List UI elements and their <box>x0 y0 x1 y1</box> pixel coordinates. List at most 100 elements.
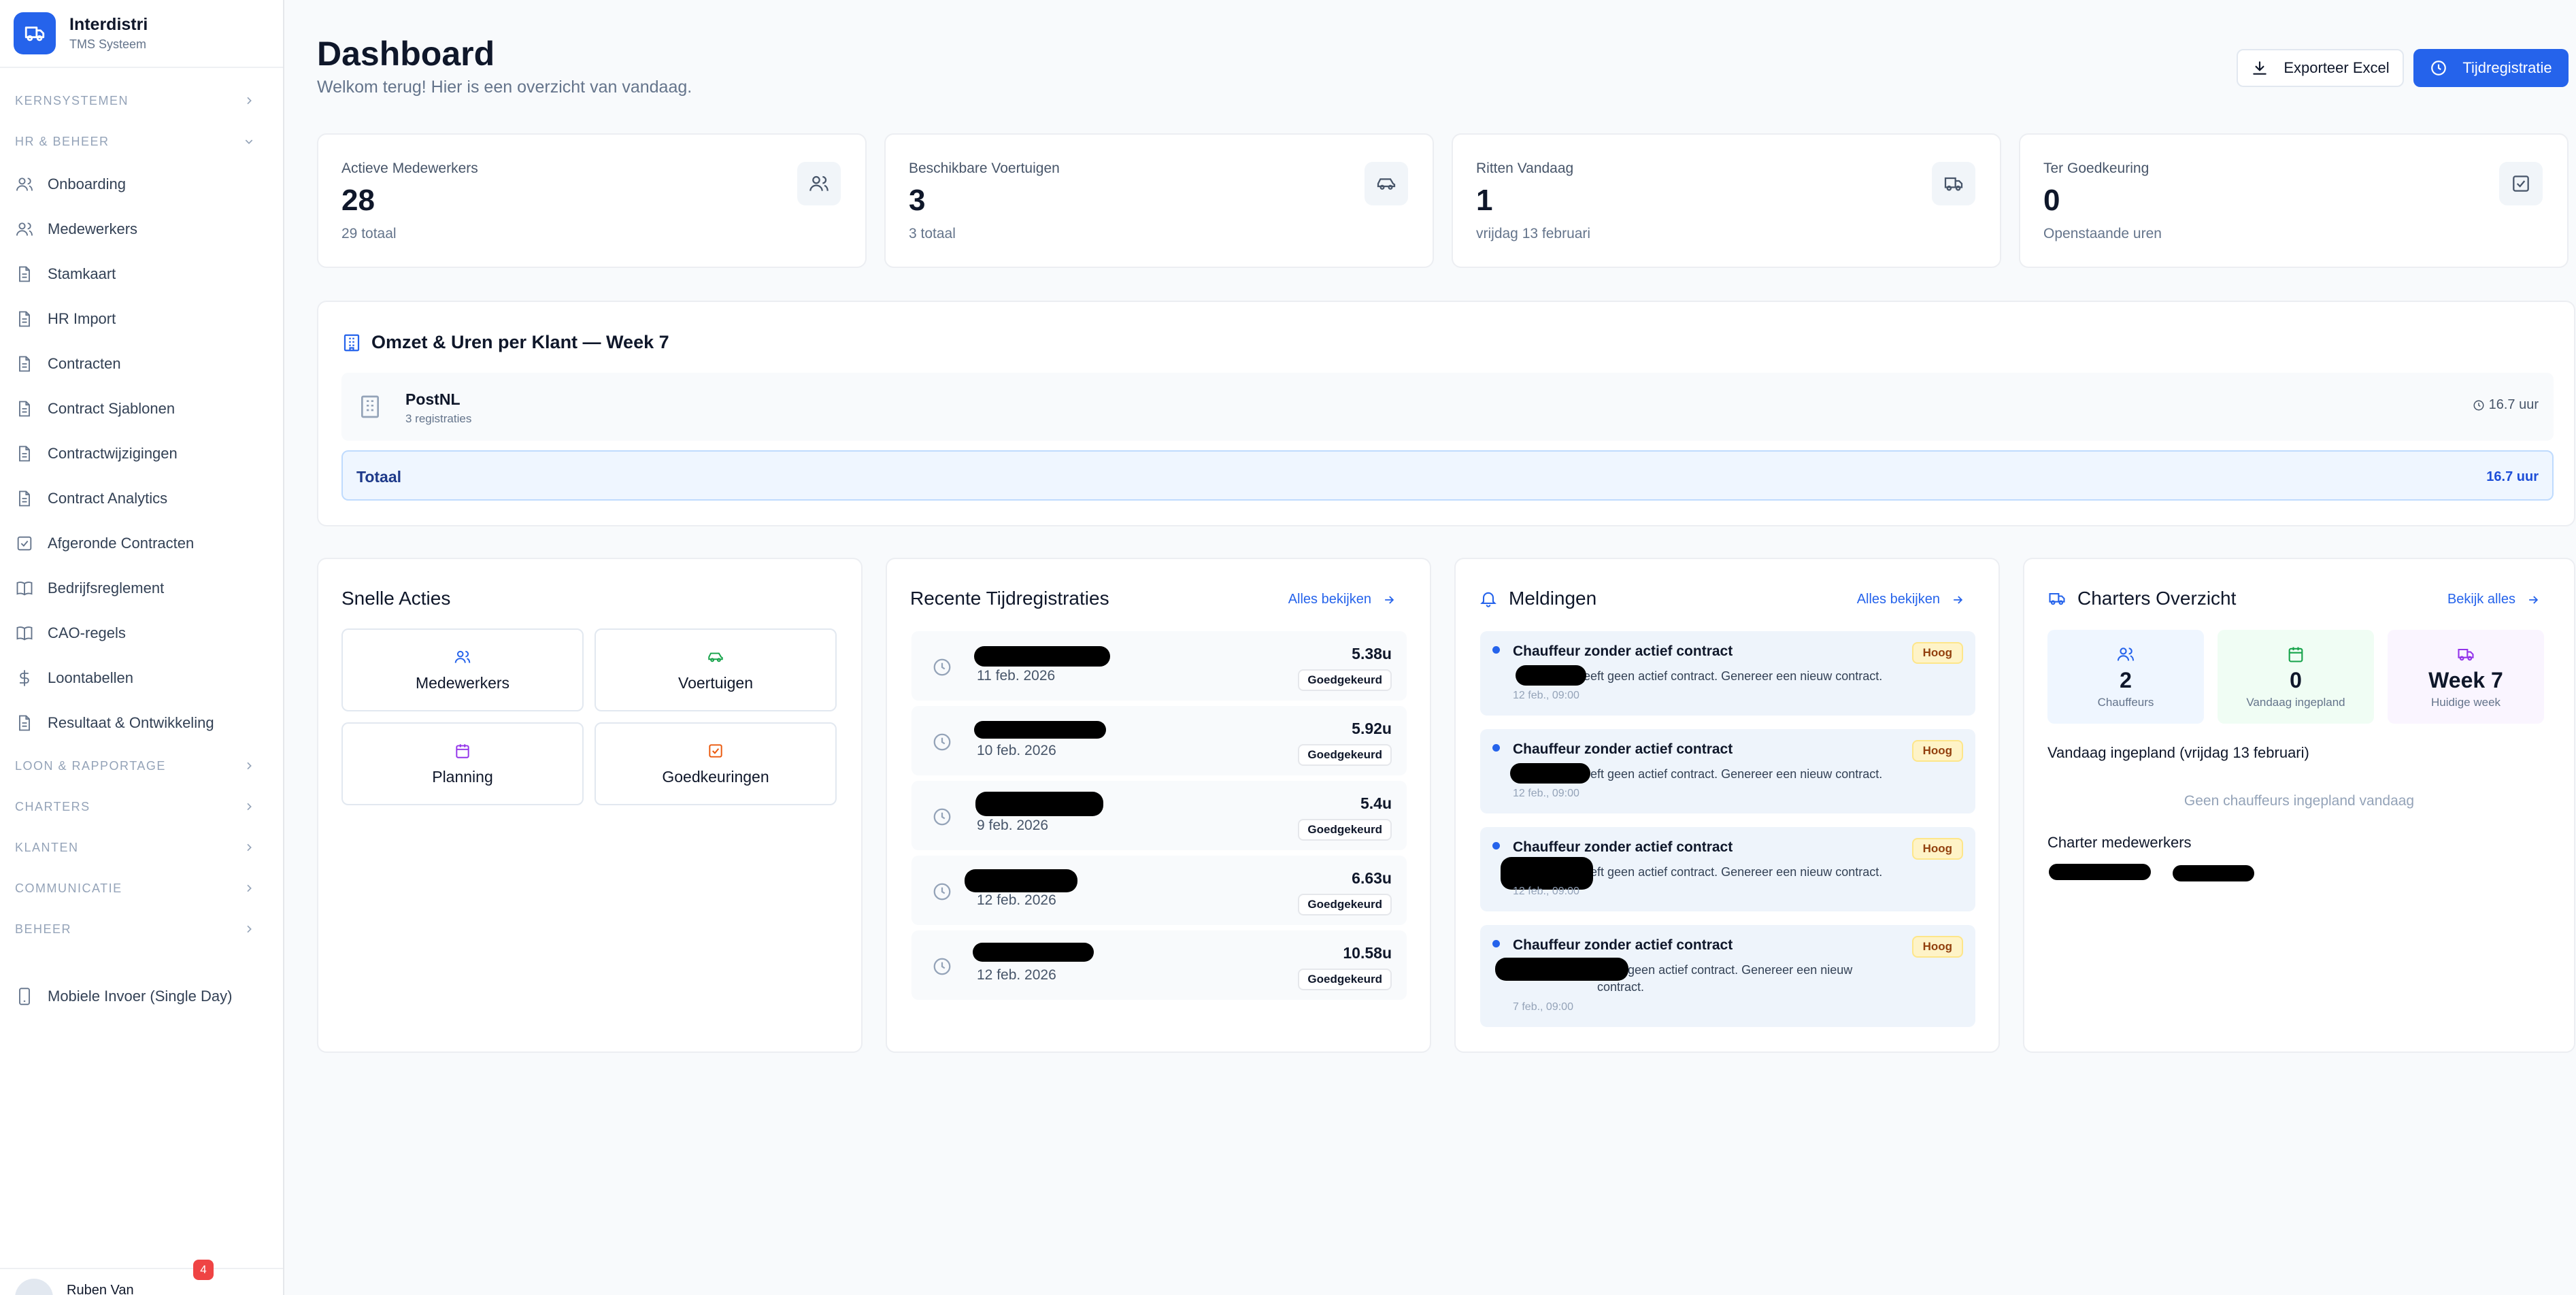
nav-section-kernsystemen[interactable]: Kernsystemen <box>0 80 283 121</box>
time-registration-row[interactable]: 12 feb. 2026 10.58u Goedgekeurd <box>911 930 1407 1000</box>
priority-badge: Hoog <box>1911 936 1963 958</box>
tijdregistratie-label: Tijdregistratie <box>2462 59 2552 76</box>
sidebar-item-hr-import[interactable]: HR Import <box>0 297 283 341</box>
nav-section-klanten[interactable]: Klanten <box>0 827 283 868</box>
charter-member-chip[interactable] <box>2049 864 2151 880</box>
time-registration-row[interactable]: 12 feb. 2026 6.63u Goedgekeurd <box>911 856 1407 925</box>
users-icon <box>16 222 33 236</box>
time-registration-row[interactable]: 11 feb. 2026 5.38u Goedgekeurd <box>911 631 1407 701</box>
view-all-link[interactable]: Alles bekijken <box>1288 592 1396 607</box>
stat-value: 3 <box>909 184 926 217</box>
planned-empty-text: Geen chauffeurs ingepland vandaag <box>2184 793 2415 809</box>
registration-hours: 6.63u <box>1352 869 1392 887</box>
quick-action-planning[interactable]: Planning <box>341 722 584 805</box>
sidebar-item-resultaat-ontwikkeling[interactable]: Resultaat & Ontwikkeling <box>0 701 283 745</box>
priority-badge: Hoog <box>1911 740 1963 762</box>
nav-section-charters[interactable]: Charters <box>0 786 283 827</box>
document-icon <box>19 356 30 372</box>
stat-card-ritten[interactable]: Ritten Vandaag 1 vrijdag 13 februari <box>1452 133 2001 268</box>
main-content: Dashboard Welkom terug! Hier is een over… <box>284 0 2576 1295</box>
chevron-right-icon <box>247 803 252 811</box>
sidebar-item-contracten[interactable]: Contracten <box>0 341 283 386</box>
client-registrations: 3 registraties <box>405 412 472 425</box>
calendar-icon <box>456 743 469 758</box>
sidebar-item-contractwijzigingen[interactable]: Contractwijzigingen <box>0 431 283 476</box>
registration-hours: 5.38u <box>1352 645 1392 662</box>
status-badge: Goedgekeurd <box>1298 819 1392 841</box>
view-all-link[interactable]: Bekijk alles <box>2447 592 2540 607</box>
charter-stat-label: Huidige week <box>2430 695 2501 709</box>
quick-action-voertuigen[interactable]: Voertuigen <box>595 628 837 711</box>
priority-badge: Hoog <box>1911 838 1963 860</box>
panel-title-text: Meldingen <box>1509 588 1597 609</box>
panel-title-text: Charters Overzicht <box>2077 588 2237 609</box>
sidebar-item-cao-regels[interactable]: CAO-regels <box>0 611 283 656</box>
panel-title: Recente Tijdregistraties <box>910 588 1109 609</box>
export-excel-button[interactable]: Exporteer Excel <box>2237 49 2404 87</box>
notification-item[interactable]: Chauffeur zonder actief contract heeft g… <box>1480 925 1975 1027</box>
redacted-name <box>973 943 1094 962</box>
stat-sub: Openstaande uren <box>2043 226 2162 241</box>
status-badge: Goedgekeurd <box>1298 969 1392 990</box>
nav-section-label: Communicatie <box>15 881 122 895</box>
nav-section-loon-rapportage[interactable]: Loon & Rapportage <box>0 745 283 786</box>
quick-action-medewerkers[interactable]: Medewerkers <box>341 628 584 711</box>
view-all-label: Alles bekijken <box>1288 592 1371 607</box>
nav-section-beheer[interactable]: Beheer <box>0 909 283 949</box>
notification-badge: 4 <box>193 1260 214 1280</box>
page-title: Dashboard <box>317 35 495 73</box>
registration-hours: 5.92u <box>1352 720 1392 737</box>
car-icon <box>708 652 723 662</box>
time-registration-row[interactable]: 10 feb. 2026 5.92u Goedgekeurd <box>911 706 1407 775</box>
stat-card-medewerkers[interactable]: Actieve Medewerkers 28 29 totaal <box>317 133 867 268</box>
sidebar-item-label: Loontabellen <box>48 669 134 686</box>
document-icon <box>19 401 30 417</box>
redacted-name <box>1510 763 1590 784</box>
view-all-link[interactable]: Alles bekijken <box>1857 592 1964 607</box>
time-registration-row[interactable]: 9 feb. 2026 5.4u Goedgekeurd <box>911 781 1407 850</box>
stat-value: 0 <box>2043 184 2060 217</box>
sidebar-item-bedrijfsreglement[interactable]: Bedrijfsreglement <box>0 566 283 611</box>
revenue-title-text: Omzet & Uren per Klant — Week 7 <box>371 332 669 352</box>
chevron-right-icon <box>247 762 252 770</box>
chevron-right-icon <box>247 843 252 852</box>
nav-section-communicatie[interactable]: Communicatie <box>0 868 283 909</box>
sidebar-item-stamkaart[interactable]: Stamkaart <box>0 252 283 297</box>
notification-item[interactable]: Chauffeur zonder actief contract heeft g… <box>1480 631 1975 716</box>
quick-action-goedkeuringen[interactable]: Goedkeuringen <box>595 722 837 805</box>
notification-item[interactable]: Chauffeur zonder actief contract heeft g… <box>1480 827 1975 911</box>
redacted-name <box>1495 958 1628 981</box>
sidebar-item-loontabellen[interactable]: Loontabellen <box>0 656 283 701</box>
sidebar-item-afgeronde-contracten[interactable]: Afgeronde Contracten <box>0 521 283 566</box>
stat-card-voertuigen[interactable]: Beschikbare Voertuigen 3 3 totaal <box>884 133 1434 268</box>
charter-stat-ingepland: 0 Vandaag ingepland <box>2218 630 2374 724</box>
sidebar-item-contract-sjablonen[interactable]: Contract Sjablonen <box>0 386 283 431</box>
calendar-icon <box>2288 647 2303 662</box>
notification-item[interactable]: Chauffeur zonder actief contract heeft g… <box>1480 729 1975 813</box>
stat-value: 28 <box>341 184 375 217</box>
sidebar-item-onboarding[interactable]: Onboarding <box>0 162 283 207</box>
notification-time: 12 feb., 09:00 <box>1513 690 1579 701</box>
priority-badge: Hoog <box>1911 642 1963 664</box>
nav-section-label: HR & Beheer <box>15 134 110 148</box>
document-icon <box>19 445 30 462</box>
charter-member-chip[interactable] <box>2173 865 2254 881</box>
recent-time-registrations-panel: Recente Tijdregistraties Alles bekijken … <box>886 558 1431 1053</box>
tijdregistratie-button[interactable]: Tijdregistratie <box>2413 49 2569 87</box>
sidebar-item-mobiele-invoer[interactable]: Mobiele Invoer (Single Day) <box>0 974 283 1019</box>
brand-subtitle: TMS Systeem <box>69 37 147 51</box>
sidebar-item-label: Onboarding <box>48 175 126 192</box>
sidebar-item-medewerkers[interactable]: Medewerkers <box>0 207 283 252</box>
sidebar-item-contract-analytics[interactable]: Contract Analytics <box>0 476 283 521</box>
stat-card-goedkeuring[interactable]: Ter Goedkeuring 0 Openstaande uren <box>2019 133 2569 268</box>
notification-time: 7 feb., 09:00 <box>1513 1001 1573 1013</box>
chevron-right-icon <box>247 97 252 105</box>
brand[interactable]: Interdistri TMS Systeem <box>0 0 283 68</box>
client-row[interactable]: PostNL 3 registraties 16.7 uur <box>341 373 2554 441</box>
stat-sub: vrijdag 13 februari <box>1476 226 1591 241</box>
nav-section-hr-beheer[interactable]: HR & Beheer <box>0 121 283 162</box>
user-profile[interactable]: Ruben Van 4 <box>0 1260 283 1295</box>
registration-date: 12 feb. 2026 <box>977 892 1056 908</box>
chevron-right-icon <box>247 925 252 933</box>
book-icon <box>16 626 33 641</box>
